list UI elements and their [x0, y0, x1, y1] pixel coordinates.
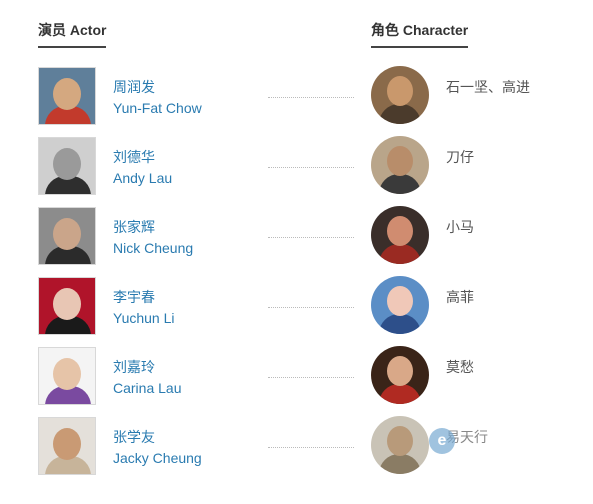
cast-row: 刘德华 Andy Lau 刀仔 [0, 136, 593, 207]
actor-column-header: 演员 Actor [38, 20, 107, 48]
row-dotted-divider [268, 97, 354, 98]
character-avatar[interactable] [371, 276, 429, 334]
character-name: 莫愁 [446, 359, 474, 375]
cast-row: 张学友 Jacky Cheung 易天行 [0, 416, 593, 487]
cast-row: 刘嘉玲 Carina Lau 莫愁 [0, 346, 593, 417]
cast-row: 李宇春 Yuchun Li 高菲 [0, 276, 593, 347]
actor-name-zh-link[interactable]: 李宇春 [113, 287, 155, 307]
character-avatar[interactable] [371, 206, 429, 264]
character-avatar[interactable] [371, 346, 429, 404]
actor-name-zh-link[interactable]: 张家辉 [113, 217, 155, 237]
actor-name-zh-link[interactable]: 周润发 [113, 77, 155, 97]
watermark-logo-icon: e [429, 428, 455, 454]
character-name: 石一坚、高进 [446, 79, 530, 95]
row-dotted-divider [268, 377, 354, 378]
actor-photo[interactable] [38, 137, 96, 195]
actor-name-zh-link[interactable]: 刘德华 [113, 147, 155, 167]
row-dotted-divider [268, 237, 354, 238]
actor-name-en-link[interactable]: Jacky Cheung [113, 450, 202, 466]
actor-name-en-link[interactable]: Yun-Fat Chow [113, 100, 202, 116]
actor-name-en-link[interactable]: Andy Lau [113, 170, 172, 186]
character-name: 小马 [446, 219, 474, 235]
actor-name-en-link[interactable]: Nick Cheung [113, 240, 193, 256]
actor-photo[interactable] [38, 207, 96, 265]
actor-name-en-link[interactable]: Carina Lau [113, 380, 182, 396]
character-avatar[interactable] [371, 66, 429, 124]
row-dotted-divider [268, 307, 354, 308]
character-name: 高菲 [446, 289, 474, 305]
actor-photo[interactable] [38, 67, 96, 125]
cast-row: 周润发 Yun-Fat Chow 石一坚、高进 [0, 66, 593, 137]
actor-name-en-link[interactable]: Yuchun Li [113, 310, 175, 326]
actor-photo[interactable] [38, 417, 96, 475]
character-avatar[interactable] [371, 136, 429, 194]
row-dotted-divider [268, 447, 354, 448]
cast-row: 张家辉 Nick Cheung 小马 [0, 206, 593, 277]
character-column-header: 角色 Character [371, 20, 469, 48]
character-name: 刀仔 [446, 149, 474, 165]
actor-photo[interactable] [38, 277, 96, 335]
actor-name-zh-link[interactable]: 刘嘉玲 [113, 357, 155, 377]
character-avatar[interactable] [371, 416, 429, 474]
actor-photo[interactable] [38, 347, 96, 405]
row-dotted-divider [268, 167, 354, 168]
actor-name-zh-link[interactable]: 张学友 [113, 427, 155, 447]
